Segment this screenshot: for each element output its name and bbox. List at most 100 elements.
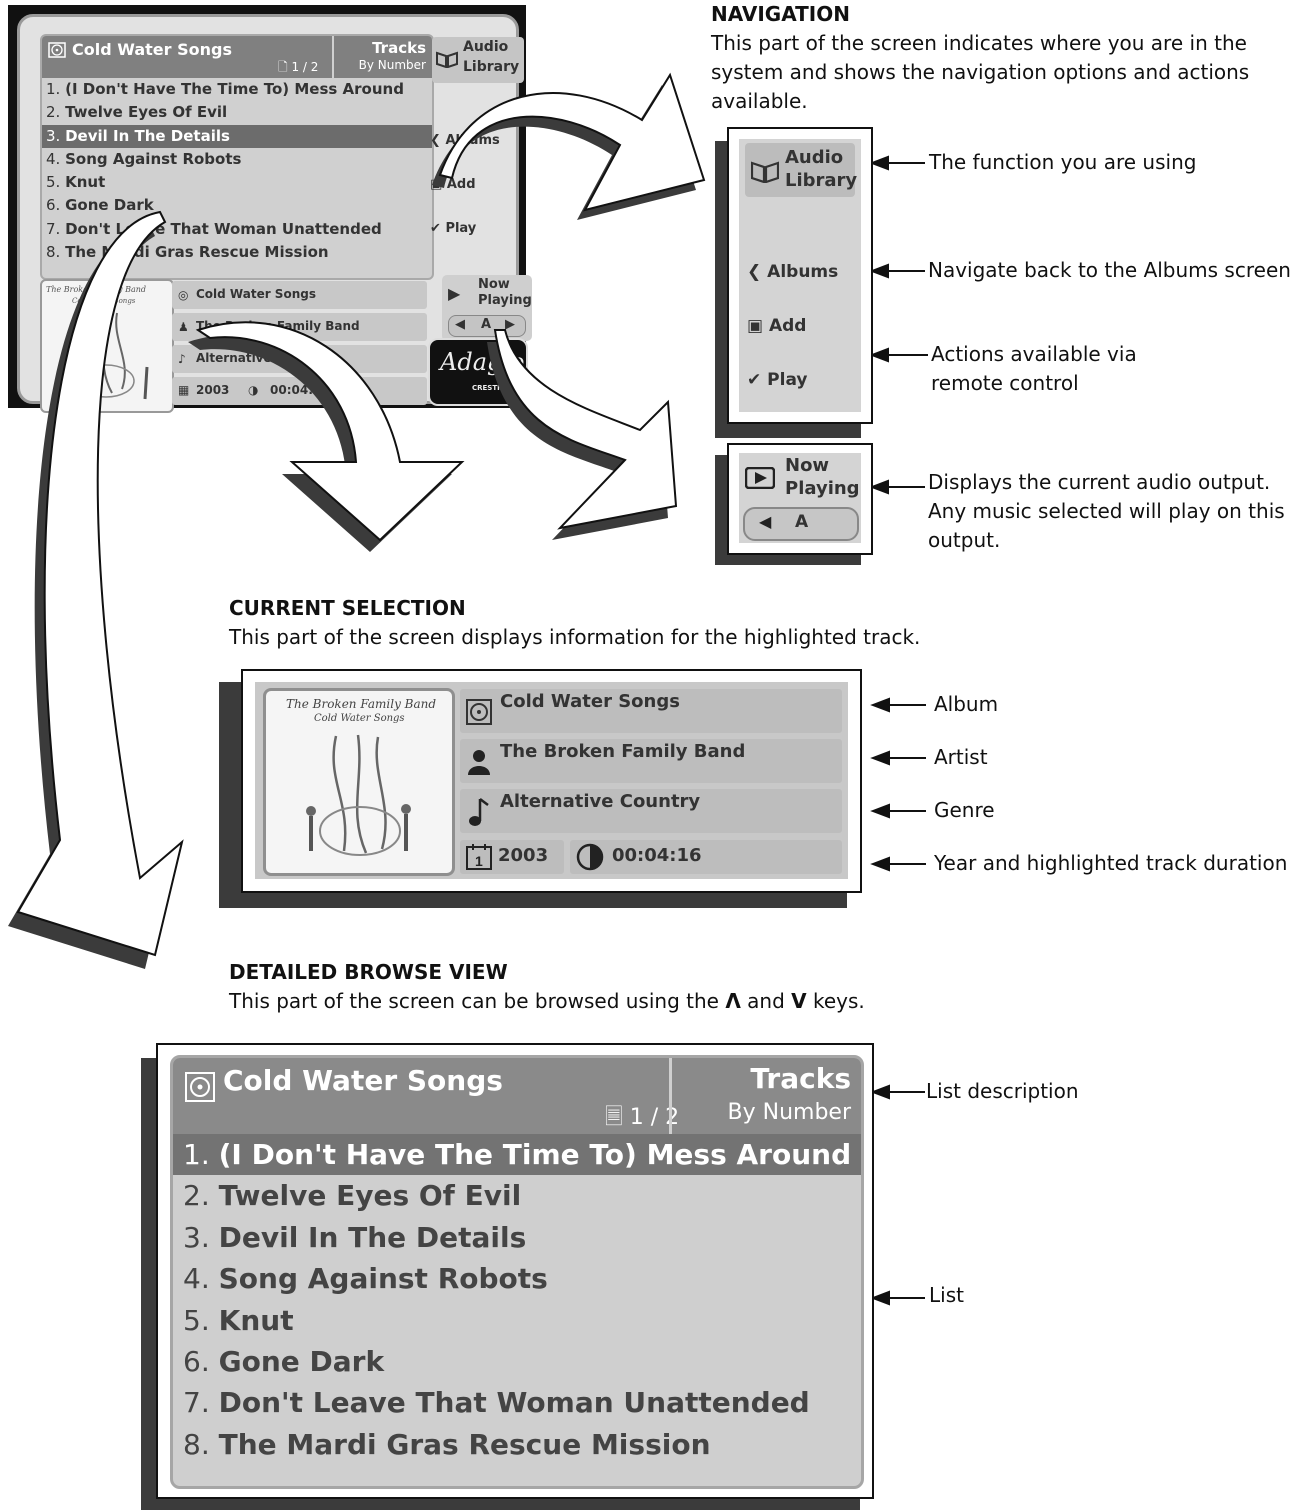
page-icon: 🗏: [605, 1105, 623, 1130]
browse-track-row[interactable]: 5. Knut: [173, 1300, 861, 1341]
duration-value: 00:04:16: [612, 845, 702, 866]
now-playing-inner: Now Playing ◀ A: [739, 453, 861, 543]
now-label-1: Now: [785, 455, 830, 476]
callout-genre: Genre: [934, 798, 995, 822]
navigation-title: NAVIGATION: [711, 2, 850, 26]
navigation-panel-inner: Audio Library ❮ Albums ▣ Add ✔ Play: [739, 139, 861, 412]
svg-text:1: 1: [475, 853, 483, 869]
callout-output-1: Displays the current audio output.: [928, 470, 1271, 494]
track-number: 4.: [183, 1262, 219, 1296]
checkmark-icon: ✔: [747, 370, 762, 390]
browse-panel: Cold Water Songs 🗏 1 / 2 Tracks By Numbe…: [156, 1043, 874, 1499]
person-icon: [468, 750, 490, 775]
track-title: Twelve Eyes Of Evil: [218, 1179, 522, 1213]
browse-track-row[interactable]: 3. Devil In The Details: [173, 1217, 861, 1258]
browse-list: Cold Water Songs 🗏 1 / 2 Tracks By Numbe…: [170, 1055, 864, 1489]
track-number: 5.: [183, 1303, 219, 1337]
calendar-icon: 1: [466, 844, 492, 870]
now-label-2: Playing: [785, 478, 860, 499]
browse-track-row[interactable]: 1. (I Don't Have The Time To) Mess Aroun…: [173, 1134, 861, 1176]
track-number: 6.: [183, 1344, 219, 1378]
duration-field: 00:04:16: [570, 840, 842, 874]
book-icon: [751, 161, 779, 183]
speaker-icon: ◀: [759, 512, 772, 531]
navigation-desc-2: system and shows the navigation options …: [711, 60, 1250, 84]
page-indicator: 🗏 1 / 2: [605, 1100, 679, 1138]
current-selection-inner: The Broken Family Band Cold Water Songs …: [255, 682, 848, 879]
browse-rows: 1. (I Don't Have The Time To) Mess Aroun…: [173, 1134, 861, 1465]
callout-list: List: [929, 1283, 964, 1307]
track-title: Knut: [218, 1303, 294, 1337]
header-divider: [669, 1058, 672, 1134]
track-title: The Mardi Gras Rescue Mission: [218, 1427, 711, 1461]
now-playing-panel[interactable]: Now Playing ◀ A: [727, 443, 873, 555]
output-selector[interactable]: ◀ A: [743, 507, 859, 541]
browse-desc: This part of the screen can be browsed u…: [229, 987, 865, 1016]
list-title: Cold Water Songs: [223, 1064, 503, 1097]
artist-value: The Broken Family Band: [500, 741, 746, 762]
track-title: Devil In The Details: [218, 1220, 527, 1254]
browse-track-row[interactable]: 7. Don't Leave That Woman Unattended: [173, 1382, 861, 1423]
track-title: (I Don't Have The Time To) Mess Around: [218, 1138, 852, 1171]
nav-play-label: Play: [767, 370, 808, 390]
navigation-panel: Audio Library ❮ Albums ▣ Add ✔ Play: [727, 127, 873, 424]
callout-output-3: output.: [928, 528, 1001, 552]
genre-value: Alternative Country: [500, 791, 701, 812]
album-disc-icon: [185, 1072, 215, 1102]
browse-track-row[interactable]: 2. Twelve Eyes Of Evil: [173, 1175, 861, 1216]
browse-track-row[interactable]: 4. Song Against Robots: [173, 1258, 861, 1299]
nav-add-button[interactable]: ▣ Add: [747, 316, 806, 336]
browse-title: DETAILED BROWSE VIEW: [229, 960, 508, 984]
function-audio-library[interactable]: Audio Library: [745, 143, 858, 197]
sort-mode: By Number: [727, 1100, 851, 1125]
track-title: Song Against Robots: [218, 1262, 548, 1296]
callout-album: Album: [934, 692, 999, 716]
track-title: Don't Leave That Woman Unattended: [218, 1386, 810, 1420]
browse-track-row[interactable]: 6. Gone Dark: [173, 1341, 861, 1382]
navigation-desc-3: available.: [711, 89, 808, 113]
callout-back: Navigate back to the Albums screen: [928, 258, 1291, 282]
function-label-2: Library: [785, 170, 858, 191]
browse-desc-before: This part of the screen can be browsed u…: [229, 989, 719, 1013]
track-number: 3.: [183, 1220, 219, 1254]
track-number: 8.: [183, 1427, 219, 1461]
callout-list-description: List description: [926, 1079, 1079, 1103]
current-selection-panel: The Broken Family Band Cold Water Songs …: [241, 669, 862, 893]
artist-field: The Broken Family Band: [460, 739, 842, 783]
disc-icon: [466, 699, 492, 725]
track-title: Gone Dark: [218, 1344, 385, 1378]
track-number: 2.: [183, 1179, 219, 1213]
browse-track-row[interactable]: 8. The Mardi Gras Rescue Mission: [173, 1424, 861, 1465]
album-art: The Broken Family Band Cold Water Songs: [263, 688, 455, 876]
nav-add-label: Add: [768, 316, 807, 336]
list-description: Cold Water Songs 🗏 1 / 2 Tracks By Numbe…: [173, 1058, 861, 1134]
down-key-icon: V: [791, 989, 807, 1013]
current-selection-title: CURRENT SELECTION: [229, 596, 466, 620]
album-illustration: [306, 734, 411, 856]
callout-actions-1: Actions available via: [931, 342, 1137, 366]
callout-year-duration: Year and highlighted track duration: [934, 851, 1288, 875]
chevron-left-icon: ❮: [747, 262, 762, 282]
nav-play-button[interactable]: ✔ Play: [747, 370, 808, 390]
music-note-icon: [469, 798, 489, 826]
year-field: 1 2003: [460, 840, 564, 874]
browse-desc-and: and: [747, 989, 785, 1013]
add-square-icon: ▣: [747, 316, 764, 336]
current-selection-desc: This part of the screen displays informa…: [229, 625, 921, 649]
sort-title: Tracks: [750, 1062, 851, 1095]
album-value: Cold Water Songs: [500, 691, 680, 712]
nav-albums-label: Albums: [767, 262, 839, 282]
callout-function: The function you are using: [929, 150, 1197, 174]
output-value: A: [795, 512, 809, 532]
track-number: 1.: [183, 1138, 219, 1171]
callout-artist: Artist: [934, 745, 988, 769]
browse-desc-after: keys.: [813, 989, 865, 1013]
callout-output-2: Any music selected will play on this: [928, 499, 1285, 523]
callout-actions-2: remote control: [931, 371, 1079, 395]
year-value: 2003: [498, 845, 549, 866]
navigation-desc-1: This part of the screen indicates where …: [711, 31, 1247, 55]
genre-field: Alternative Country: [460, 789, 842, 833]
function-label-1: Audio: [785, 147, 844, 168]
nav-albums-button[interactable]: ❮ Albums: [747, 262, 838, 282]
play-box-icon: [745, 467, 775, 489]
